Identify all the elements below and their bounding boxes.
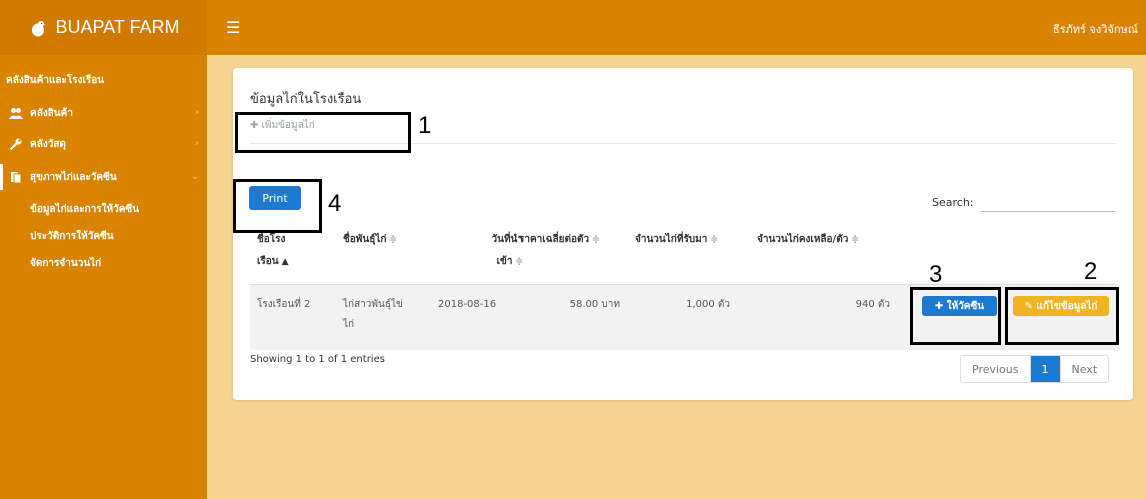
annotation-box-2 [1005, 287, 1119, 345]
annotation-box-4 [233, 179, 322, 233]
pagination-previous[interactable]: Previous [961, 356, 1031, 382]
cell-house: โรงเรือนที่ 2 [257, 299, 311, 310]
sort-icon: ≑ [515, 257, 523, 267]
column-header-price[interactable]: ราคาเฉลี่ยต่อตัว ≑ [519, 229, 600, 251]
pagination-page-1[interactable]: 1 [1030, 356, 1061, 382]
column-header-date[interactable]: วันที่นำ เข้า ≑ [467, 229, 524, 273]
sort-asc-icon: ▲ [281, 257, 289, 267]
annotation-number-4: 4 [328, 190, 342, 217]
sidebar-subitem-vaccine-history[interactable]: ประวัติการให้วัคซีน [30, 229, 114, 244]
column-header-house[interactable]: ชื่อโรง เรือน ▲ [257, 229, 289, 273]
sidebar: คลังสินค้าและโรงเรือน คลังสินค้า › คลังว… [0, 55, 207, 499]
annotation-number-1: 1 [418, 112, 432, 139]
column-header-received[interactable]: จำนวนไก่ที่รับมา ≑ [635, 229, 718, 251]
brand-name: BUAPAT FARM [55, 17, 180, 37]
table-info: Showing 1 to 1 of 1 entries [250, 354, 385, 365]
wrench-icon [8, 138, 24, 150]
sidebar-section-title: คลังสินค้าและโรงเรือน [6, 75, 105, 86]
sort-icon: ≑ [710, 235, 718, 245]
sidebar-item-label: คลังสินค้า [30, 107, 73, 119]
chevron-down-icon: ⌄ [190, 171, 199, 182]
pagination-next[interactable]: Next [1061, 356, 1109, 382]
sort-icon: ≑ [389, 235, 397, 245]
book-icon [8, 171, 24, 183]
sidebar-subitem-chicken-vaccine[interactable]: ข้อมูลไก่และการให้วัคซีน [30, 202, 139, 217]
cell-received: 1,000 ตัว [686, 299, 730, 310]
annotation-number-3: 3 [929, 261, 943, 288]
user-name[interactable]: ธีรภัทร์ จงวิจักษณ์ [1053, 20, 1138, 38]
chevron-right-icon: › [194, 138, 199, 149]
sidebar-subitem-manage-count[interactable]: จัดการจำนวนไก่ [30, 256, 101, 271]
column-header-breed[interactable]: ชื่อพันธุ์ไก่ ≑ [343, 229, 397, 251]
chicken-icon [27, 17, 49, 39]
pagination: Previous 1 Next [960, 355, 1110, 383]
cell-date: 2018-08-16 [438, 299, 497, 310]
page-title: ข้อมูลไก่ในโรงเรือน [250, 92, 362, 107]
sidebar-item-materials[interactable]: คลังวัสดุ › [0, 131, 207, 157]
sidebar-item-label: สุขภาพไก่และวัคซีน [30, 171, 117, 183]
column-header-remaining[interactable]: จำนวนไก่คงเหลือ/ตัว ≑ [757, 229, 859, 251]
sort-icon: ≑ [851, 235, 859, 245]
cell-remaining: 940 ตัว [855, 299, 890, 310]
cell-price: 58.00 บาท [569, 299, 620, 310]
annotation-number-2: 2 [1084, 258, 1098, 285]
menu-toggle-icon[interactable]: ☰ [226, 18, 240, 37]
top-navbar: BUAPAT FARM ☰ ธีรภัทร์ จงวิจักษณ์ [0, 0, 1146, 55]
search-label: Search: [932, 196, 974, 209]
sidebar-item-products[interactable]: คลังสินค้า › [0, 100, 207, 126]
sort-icon: ≑ [592, 235, 600, 245]
users-icon [8, 107, 24, 119]
cell-breed: ไก่สาวพันธุ์ไข่ ไก่ [343, 299, 403, 330]
sidebar-item-health[interactable]: สุขภาพไก่และวัคซีน ⌄ [0, 164, 207, 190]
sidebar-item-label: คลังวัสดุ [30, 138, 66, 150]
chevron-right-icon: › [194, 107, 199, 118]
brand-logo[interactable]: BUAPAT FARM [0, 0, 207, 55]
annotation-box-3 [910, 287, 1001, 345]
annotation-box-1 [235, 112, 411, 153]
search-input[interactable] [981, 196, 1115, 212]
